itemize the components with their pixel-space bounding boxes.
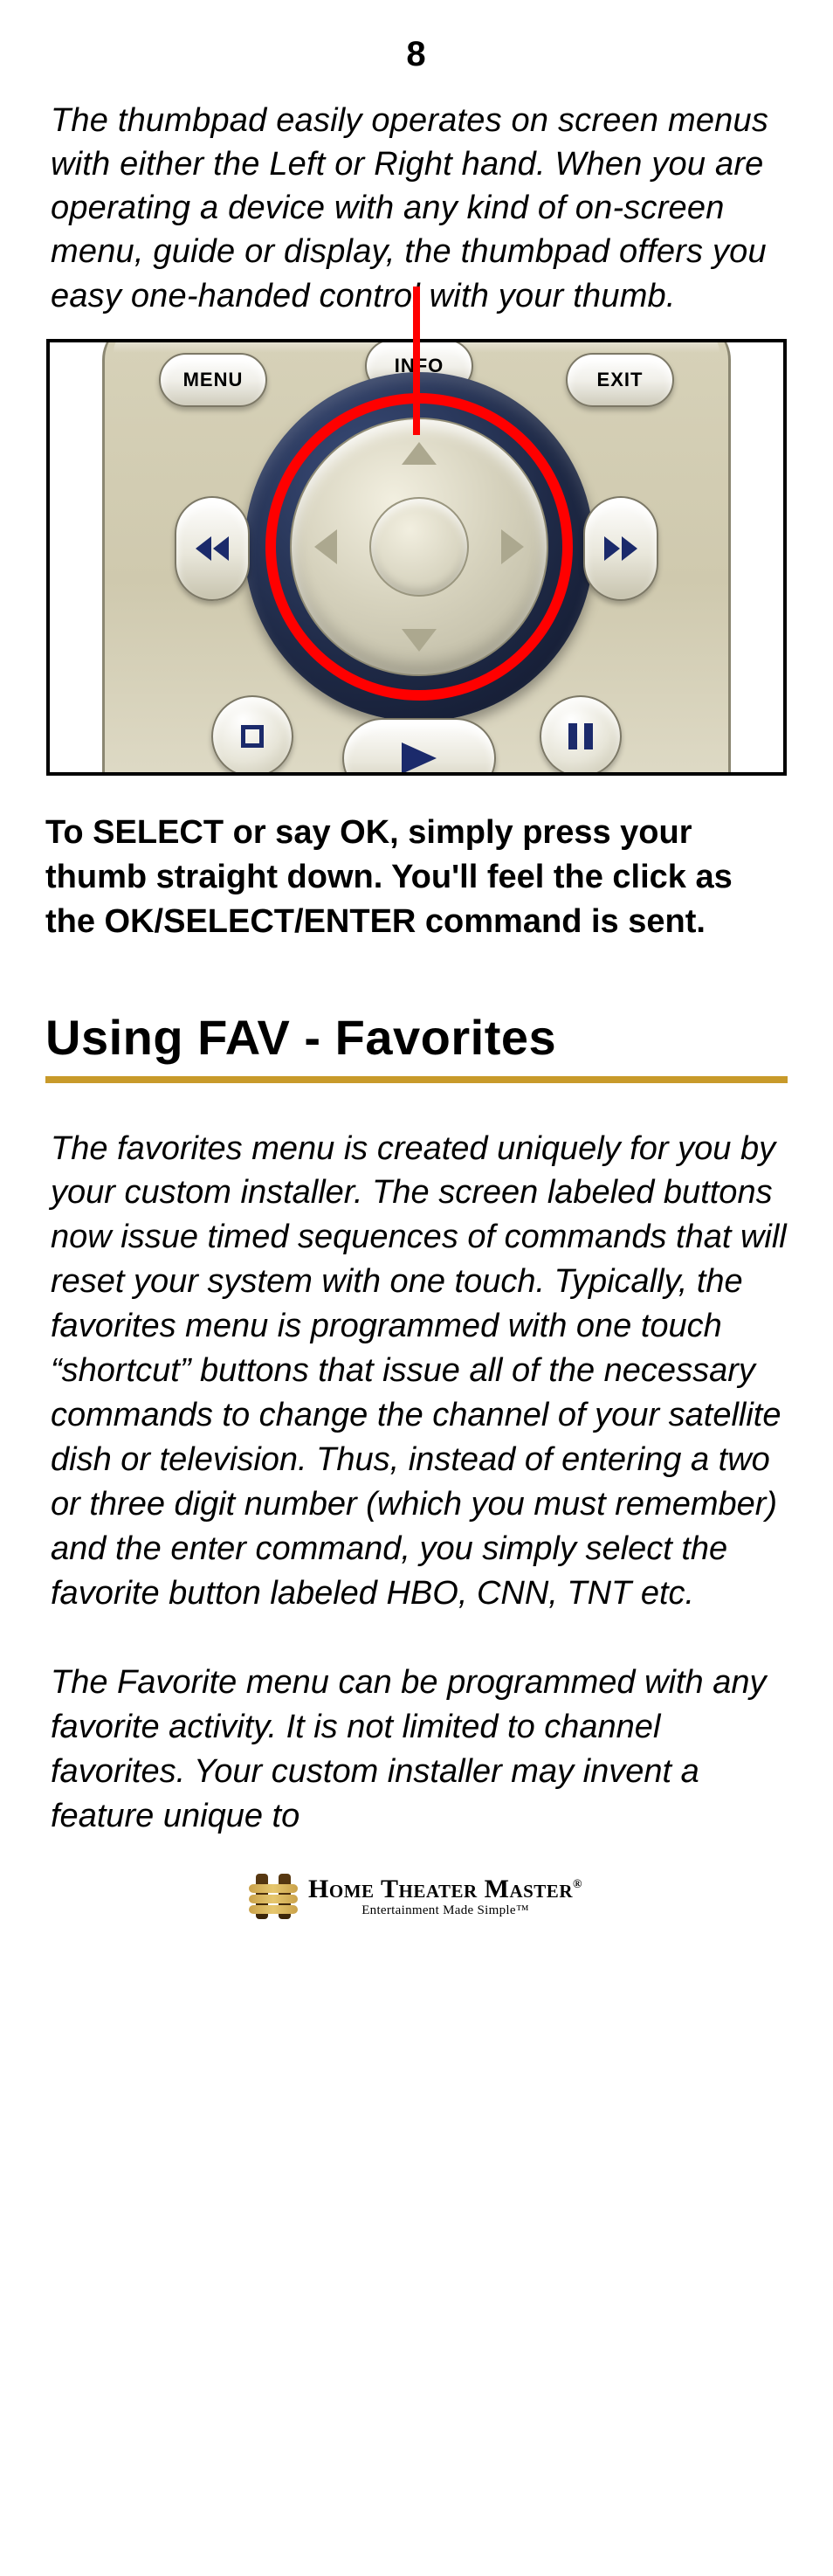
callout-line <box>413 287 420 435</box>
select-instruction-paragraph: To SELECT or say OK, simply press your t… <box>45 811 788 944</box>
play-icon <box>402 742 437 774</box>
exit-button-label: EXIT <box>597 369 644 391</box>
rewind-icon <box>196 536 229 561</box>
registered-mark: ® <box>573 1878 582 1891</box>
pause-icon <box>568 723 593 749</box>
exit-button: EXIT <box>566 353 674 407</box>
footer-brand: Home Theater Master® Entertainment Made … <box>45 1874 788 1919</box>
trademark-mark: ™ <box>516 1903 529 1917</box>
brand-logo-icon <box>251 1874 296 1919</box>
manual-page: 8 The thumbpad easily operates on screen… <box>0 0 833 1954</box>
section-heading-favorites: Using FAV - Favorites <box>45 1009 788 1066</box>
menu-button: MENU <box>159 353 267 407</box>
arrow-left-icon <box>314 529 337 564</box>
arrow-up-icon <box>402 442 437 465</box>
page-number: 8 <box>45 35 788 74</box>
stop-icon <box>241 725 264 748</box>
stop-button <box>211 695 293 776</box>
thumbpad <box>290 418 548 676</box>
menu-button-label: MENU <box>183 369 244 391</box>
fast-forward-button <box>583 496 658 601</box>
brand-name: Home Theater Master <box>308 1875 573 1903</box>
pause-button <box>540 695 622 776</box>
fast-forward-icon <box>604 536 637 561</box>
arrow-down-icon <box>402 629 437 652</box>
play-button <box>342 718 496 776</box>
brand-tagline: Entertainment Made Simple <box>361 1903 516 1917</box>
remote-figure: MENU INFO EXIT <box>46 339 787 776</box>
arrow-right-icon <box>501 529 524 564</box>
thumbpad-intro-paragraph: The thumbpad easily operates on screen m… <box>51 99 788 318</box>
favorites-paragraph-2: The Favorite menu can be programmed with… <box>51 1661 788 1839</box>
rewind-button <box>175 496 250 601</box>
brand-logo-text: Home Theater Master® Entertainment Made … <box>308 1876 582 1917</box>
favorites-paragraph-1: The favorites menu is created uniquely f… <box>51 1127 788 1616</box>
section-rule <box>45 1076 788 1083</box>
ok-select-icon <box>408 535 430 558</box>
